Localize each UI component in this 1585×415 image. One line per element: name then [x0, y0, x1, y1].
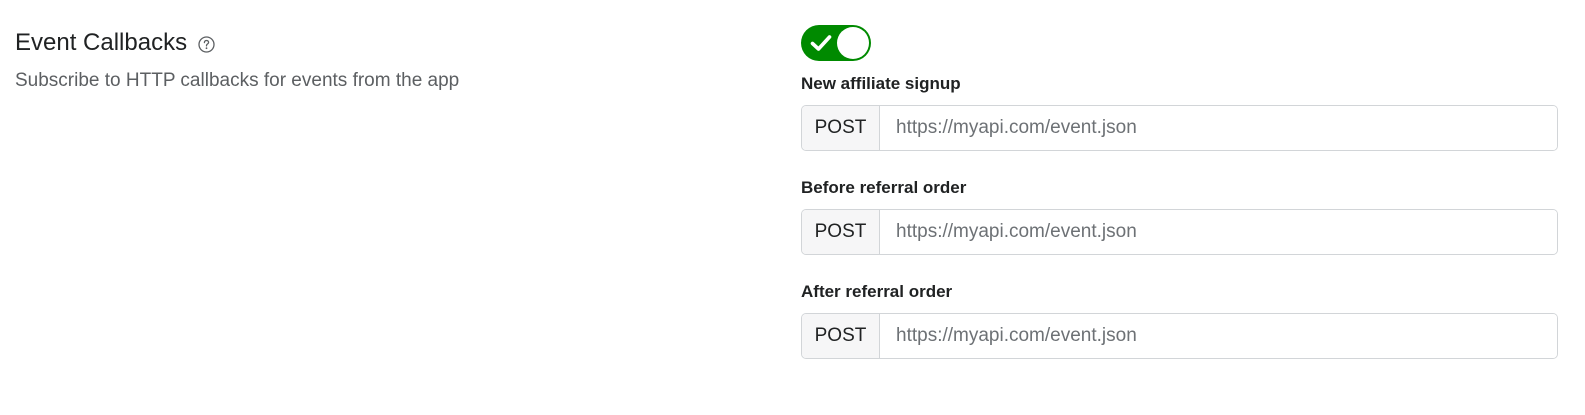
callback-new-affiliate-signup: New affiliate signup POST [801, 73, 1558, 151]
checkmark-icon [810, 35, 832, 51]
callbacks-panel: New affiliate signup POST Before referra… [801, 25, 1558, 359]
callback-url-input[interactable] [880, 106, 1557, 150]
http-method-prefix: POST [802, 106, 880, 150]
callback-input-group: POST [801, 209, 1558, 255]
callback-after-referral-order: After referral order POST [801, 281, 1558, 359]
callback-before-referral-order: Before referral order POST [801, 177, 1558, 255]
section-description: Subscribe to HTTP callbacks for events f… [15, 70, 460, 91]
http-method-prefix: POST [802, 314, 880, 358]
callback-input-group: POST [801, 313, 1558, 359]
http-method-prefix: POST [802, 210, 880, 254]
callback-url-input[interactable] [880, 210, 1557, 254]
section-header: Event Callbacks [15, 26, 715, 60]
question-circle-icon[interactable] [198, 36, 215, 53]
callback-input-group: POST [801, 105, 1558, 151]
event-callbacks-toggle[interactable] [801, 25, 871, 61]
toggle-knob [837, 27, 869, 59]
callback-label: New affiliate signup [801, 74, 961, 93]
callback-label: Before referral order [801, 178, 967, 197]
callback-label: After referral order [801, 282, 953, 301]
section-info: Event Callbacks Subscribe to HTTP callba… [15, 26, 715, 92]
callback-url-input[interactable] [880, 314, 1557, 358]
section-title: Event Callbacks [15, 29, 188, 56]
